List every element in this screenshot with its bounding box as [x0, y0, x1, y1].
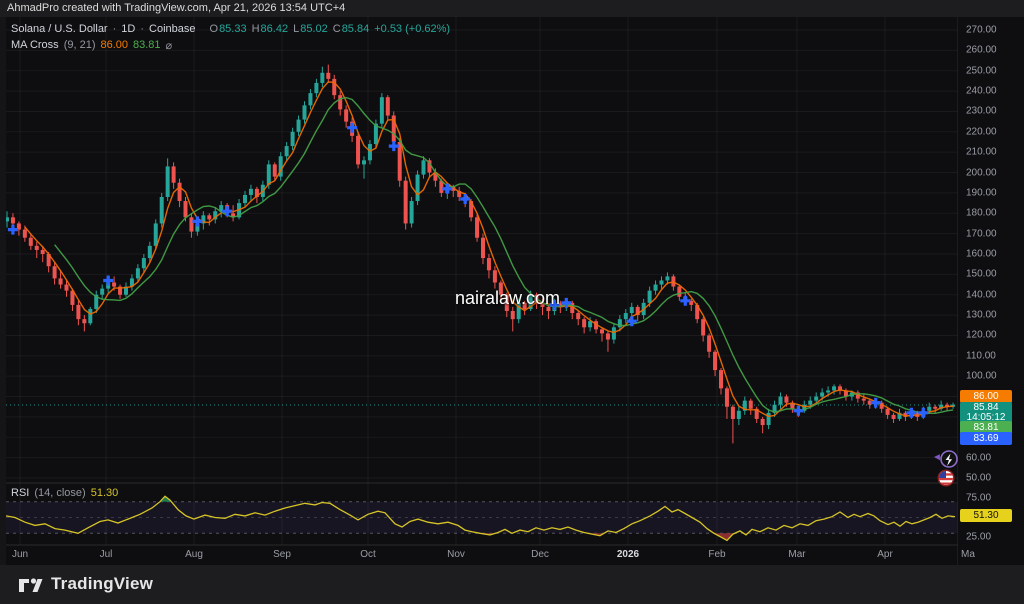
- legend-separator: ·: [140, 23, 144, 35]
- price-tick-label: 190.00: [966, 187, 997, 198]
- ma-cross-marker: [918, 408, 928, 418]
- rsi-legend-row[interactable]: RSI (14, close) 51.30: [11, 487, 118, 499]
- ma-cross-params: (9, 21): [64, 39, 96, 51]
- price-tick-label: 240.00: [966, 86, 997, 97]
- ma-cross-legend-row[interactable]: MA Cross (9, 21) 86.00 83.81 ⌀: [11, 37, 450, 53]
- brand-bar: TradingView: [0, 565, 1024, 604]
- close-label: C: [333, 23, 341, 35]
- low-value: 85.02: [300, 23, 328, 35]
- ma-slow-value: 83.81: [133, 39, 161, 51]
- tradingview-logo-icon: [18, 575, 43, 593]
- prev-close-price-label: 83.69: [960, 432, 1012, 445]
- time-tick-label: Oct: [360, 549, 376, 560]
- chart-legend: Solana / U.S. Dollar · 1D · Coinbase O85…: [11, 21, 450, 53]
- price-tick-label: 170.00: [966, 228, 997, 239]
- rsi-value-label: 51.30: [960, 509, 1012, 522]
- time-axis[interactable]: JunJulAugSepOctNovDec2026FebMarAprMa: [0, 545, 958, 565]
- time-tick-label: Apr: [877, 549, 893, 560]
- rsi-params: (14, close): [34, 487, 85, 499]
- tradingview-chart-window: { "topbar": { "text": "AhmadPro created …: [0, 0, 1024, 604]
- ma-cross-marker: [793, 406, 803, 416]
- time-tick-label: Jul: [100, 549, 113, 560]
- high-value: 86.42: [261, 23, 289, 35]
- open-value: 85.33: [219, 23, 247, 35]
- price-tick-label: 110.00: [966, 350, 996, 361]
- price-tick-label: 100.00: [966, 371, 997, 382]
- ma-cross-marker: [680, 296, 690, 306]
- low-label: L: [293, 23, 299, 35]
- ma-cross-marker: [222, 206, 232, 216]
- price-tick-label: 230.00: [966, 106, 997, 117]
- time-tick-label: 2026: [617, 549, 639, 560]
- time-tick-label: Aug: [185, 549, 203, 560]
- exchange-label: Coinbase: [149, 23, 195, 35]
- open-label: O: [210, 23, 219, 35]
- symbol-legend-row[interactable]: Solana / U.S. Dollar · 1D · Coinbase O85…: [11, 21, 450, 37]
- lightning-mode-icon[interactable]: [934, 451, 957, 467]
- ma-cross-marker: [103, 276, 113, 286]
- ma-hidden-icon: ⌀: [166, 39, 173, 52]
- rsi-tick-label: 25.00: [966, 532, 991, 543]
- time-tick-label: Mar: [788, 549, 805, 560]
- ma-cross-marker: [389, 141, 399, 151]
- price-tick-label: 120.00: [966, 330, 997, 341]
- price-tick-label: 200.00: [966, 167, 997, 178]
- high-label: H: [252, 23, 260, 35]
- ma-fast-value: 86.00: [100, 39, 128, 51]
- legend-separator: ·: [113, 23, 117, 35]
- corner-icons: [928, 447, 972, 494]
- tradingview-logo[interactable]: TradingView: [18, 574, 153, 594]
- time-tick-label: Feb: [708, 549, 725, 560]
- site-watermark: nairalaw.com: [455, 288, 560, 309]
- price-tick-label: 210.00: [966, 147, 997, 158]
- us-flag-icon[interactable]: [938, 470, 955, 487]
- price-tick-label: 220.00: [966, 126, 997, 137]
- price-tick-label: 250.00: [966, 65, 997, 76]
- tradingview-logo-text: TradingView: [51, 574, 153, 594]
- ma-cross-marker: [8, 225, 18, 235]
- ma-cross-marker: [460, 194, 470, 204]
- attribution-bar: AhmadPro created with TradingView.com, A…: [0, 0, 1024, 17]
- rsi-value: 51.30: [91, 487, 119, 499]
- attribution-text: AhmadPro created with TradingView.com, A…: [7, 2, 345, 14]
- symbol-name: Solana / U.S. Dollar: [11, 23, 108, 35]
- price-tick-label: 140.00: [966, 289, 997, 300]
- ma-cross-marker: [871, 398, 881, 408]
- rsi-title: RSI: [11, 487, 29, 499]
- interval-label[interactable]: 1D: [121, 23, 135, 35]
- time-tick-label: Jun: [12, 549, 28, 560]
- close-value: 85.84: [342, 23, 370, 35]
- price-tick-label: 270.00: [966, 24, 997, 35]
- time-tick-label: Ma: [961, 549, 975, 560]
- price-tick-label: 130.00: [966, 310, 997, 321]
- price-tick-label: 260.00: [966, 45, 997, 56]
- time-tick-label: Nov: [447, 549, 465, 560]
- price-tick-label: 160.00: [966, 248, 997, 259]
- price-tick-label: 180.00: [966, 208, 997, 219]
- time-tick-label: Dec: [531, 549, 549, 560]
- price-tick-label: 150.00: [966, 269, 997, 280]
- change-value: +0.53 (+0.62%): [374, 23, 450, 35]
- ma-cross-title: MA Cross: [11, 39, 59, 51]
- time-tick-label: Sep: [273, 549, 291, 560]
- chart-left-gutter: [0, 17, 6, 565]
